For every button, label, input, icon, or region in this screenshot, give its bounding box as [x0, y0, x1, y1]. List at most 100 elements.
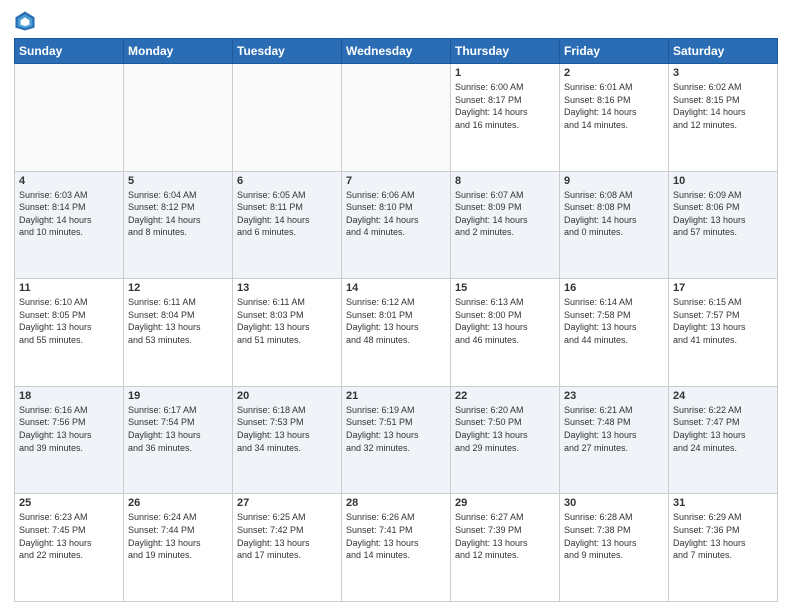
weekday-header-saturday: Saturday: [669, 39, 778, 64]
calendar-cell: [342, 64, 451, 172]
weekday-header-thursday: Thursday: [451, 39, 560, 64]
calendar-cell: 16Sunrise: 6:14 AM Sunset: 7:58 PM Dayli…: [560, 279, 669, 387]
day-number: 1: [455, 67, 555, 79]
day-info: Sunrise: 6:21 AM Sunset: 7:48 PM Dayligh…: [564, 404, 664, 454]
day-info: Sunrise: 6:22 AM Sunset: 7:47 PM Dayligh…: [673, 404, 773, 454]
calendar-cell: 22 Sunrise: 6:20 AM Sunset: 7:50 PM Dayli…: [451, 386, 560, 494]
day-number: 9: [564, 175, 664, 187]
day-info: Sunrise: 6:25 AM Sunset: 7:42 PM Dayligh…: [237, 511, 337, 561]
calendar-cell: [124, 64, 233, 172]
day-number: 19: [128, 390, 228, 402]
day-info: Sunrise: 6:09 AM Sunset: 8:06 PM Dayligh…: [673, 189, 773, 239]
calendar-cell: 30Sunrise: 6:28 AM Sunset: 7:38 PM Dayli…: [560, 494, 669, 602]
weekday-header-wednesday: Wednesday: [342, 39, 451, 64]
day-number: 26: [128, 497, 228, 509]
day-info: Sunrise: 6:02 AM Sunset: 8:15 PM Dayligh…: [673, 81, 773, 131]
calendar-cell: 5 Sunrise: 6:04 AM Sunset: 8:12 PM Daylig…: [124, 171, 233, 279]
day-number: 27: [237, 497, 337, 509]
day-number: 31: [673, 497, 773, 509]
calendar-cell: 31 Sunrise: 6:29 AM Sunset: 7:36 PM Dayli…: [669, 494, 778, 602]
header: [14, 10, 778, 32]
calendar-cell: 2 Sunrise: 6:01 AM Sunset: 8:16 PM Daylig…: [560, 64, 669, 172]
day-info: Sunrise: 6:01 AM Sunset: 8:16 PM Dayligh…: [564, 81, 664, 131]
day-info: Sunrise: 6:11 AM Sunset: 8:04 PM Dayligh…: [128, 296, 228, 346]
day-info: Sunrise: 6:12 AM Sunset: 8:01 PM Dayligh…: [346, 296, 446, 346]
page: SundayMondayTuesdayWednesdayThursdayFrid…: [0, 0, 792, 612]
day-info: Sunrise: 6:10 AM Sunset: 8:05 PM Dayligh…: [19, 296, 119, 346]
logo-icon: [14, 10, 36, 32]
day-info: Sunrise: 6:00 AM Sunset: 8:17 PM Dayligh…: [455, 81, 555, 131]
day-number: 3: [673, 67, 773, 79]
day-number: 14: [346, 282, 446, 294]
day-number: 4: [19, 175, 119, 187]
day-info: Sunrise: 6:13 AM Sunset: 8:00 PM Dayligh…: [455, 296, 555, 346]
day-number: 7: [346, 175, 446, 187]
day-info: Sunrise: 6:18 AM Sunset: 7:53 PM Dayligh…: [237, 404, 337, 454]
day-info: Sunrise: 6:16 AM Sunset: 7:56 PM Dayligh…: [19, 404, 119, 454]
calendar-cell: 8 Sunrise: 6:07 AM Sunset: 8:09 PM Daylig…: [451, 171, 560, 279]
day-info: Sunrise: 6:17 AM Sunset: 7:54 PM Dayligh…: [128, 404, 228, 454]
day-info: Sunrise: 6:06 AM Sunset: 8:10 PM Dayligh…: [346, 189, 446, 239]
day-number: 30: [564, 497, 664, 509]
weekday-header-row: SundayMondayTuesdayWednesdayThursdayFrid…: [15, 39, 778, 64]
day-number: 16: [564, 282, 664, 294]
day-number: 18: [19, 390, 119, 402]
calendar-cell: 6 Sunrise: 6:05 AM Sunset: 8:11 PM Daylig…: [233, 171, 342, 279]
day-number: 2: [564, 67, 664, 79]
day-info: Sunrise: 6:20 AM Sunset: 7:50 PM Dayligh…: [455, 404, 555, 454]
calendar-cell: 17Sunrise: 6:15 AM Sunset: 7:57 PM Dayli…: [669, 279, 778, 387]
calendar-cell: 27 Sunrise: 6:25 AM Sunset: 7:42 PM Dayli…: [233, 494, 342, 602]
day-info: Sunrise: 6:19 AM Sunset: 7:51 PM Dayligh…: [346, 404, 446, 454]
calendar-cell: 28Sunrise: 6:26 AM Sunset: 7:41 PM Dayli…: [342, 494, 451, 602]
logo: [14, 10, 40, 32]
day-number: 23: [564, 390, 664, 402]
day-number: 5: [128, 175, 228, 187]
day-number: 15: [455, 282, 555, 294]
day-info: Sunrise: 6:03 AM Sunset: 8:14 PM Dayligh…: [19, 189, 119, 239]
weekday-header-tuesday: Tuesday: [233, 39, 342, 64]
day-info: Sunrise: 6:04 AM Sunset: 8:12 PM Dayligh…: [128, 189, 228, 239]
calendar-cell: 7 Sunrise: 6:06 AM Sunset: 8:10 PM Daylig…: [342, 171, 451, 279]
day-number: 10: [673, 175, 773, 187]
calendar: SundayMondayTuesdayWednesdayThursdayFrid…: [14, 38, 778, 602]
day-number: 25: [19, 497, 119, 509]
week-row-4: 25 Sunrise: 6:23 AM Sunset: 7:45 PM Dayli…: [15, 494, 778, 602]
calendar-cell: 11Sunrise: 6:10 AM Sunset: 8:05 PM Dayli…: [15, 279, 124, 387]
day-info: Sunrise: 6:07 AM Sunset: 8:09 PM Dayligh…: [455, 189, 555, 239]
calendar-cell: 15 Sunrise: 6:13 AM Sunset: 8:00 PM Dayli…: [451, 279, 560, 387]
day-info: Sunrise: 6:15 AM Sunset: 7:57 PM Dayligh…: [673, 296, 773, 346]
day-number: 8: [455, 175, 555, 187]
calendar-cell: 12 Sunrise: 6:11 AM Sunset: 8:04 PM Dayli…: [124, 279, 233, 387]
day-info: Sunrise: 6:23 AM Sunset: 7:45 PM Dayligh…: [19, 511, 119, 561]
calendar-cell: 23 Sunrise: 6:21 AM Sunset: 7:48 PM Dayli…: [560, 386, 669, 494]
calendar-cell: 14 Sunrise: 6:12 AM Sunset: 8:01 PM Dayli…: [342, 279, 451, 387]
calendar-cell: [15, 64, 124, 172]
day-info: Sunrise: 6:11 AM Sunset: 8:03 PM Dayligh…: [237, 296, 337, 346]
calendar-cell: 21Sunrise: 6:19 AM Sunset: 7:51 PM Dayli…: [342, 386, 451, 494]
day-number: 24: [673, 390, 773, 402]
day-number: 6: [237, 175, 337, 187]
day-number: 12: [128, 282, 228, 294]
calendar-cell: 3 Sunrise: 6:02 AM Sunset: 8:15 PM Daylig…: [669, 64, 778, 172]
week-row-0: 1 Sunrise: 6:00 AM Sunset: 8:17 PM Daylig…: [15, 64, 778, 172]
day-info: Sunrise: 6:05 AM Sunset: 8:11 PM Dayligh…: [237, 189, 337, 239]
calendar-cell: 20 Sunrise: 6:18 AM Sunset: 7:53 PM Dayli…: [233, 386, 342, 494]
day-number: 13: [237, 282, 337, 294]
calendar-cell: 13 Sunrise: 6:11 AM Sunset: 8:03 PM Dayli…: [233, 279, 342, 387]
calendar-cell: [233, 64, 342, 172]
day-info: Sunrise: 6:27 AM Sunset: 7:39 PM Dayligh…: [455, 511, 555, 561]
calendar-cell: 26Sunrise: 6:24 AM Sunset: 7:44 PM Dayli…: [124, 494, 233, 602]
day-info: Sunrise: 6:29 AM Sunset: 7:36 PM Dayligh…: [673, 511, 773, 561]
weekday-header-friday: Friday: [560, 39, 669, 64]
week-row-1: 4 Sunrise: 6:03 AM Sunset: 8:14 PM Daylig…: [15, 171, 778, 279]
week-row-3: 18 Sunrise: 6:16 AM Sunset: 7:56 PM Dayli…: [15, 386, 778, 494]
calendar-cell: 29Sunrise: 6:27 AM Sunset: 7:39 PM Dayli…: [451, 494, 560, 602]
calendar-cell: 18 Sunrise: 6:16 AM Sunset: 7:56 PM Dayli…: [15, 386, 124, 494]
day-info: Sunrise: 6:26 AM Sunset: 7:41 PM Dayligh…: [346, 511, 446, 561]
calendar-cell: 4 Sunrise: 6:03 AM Sunset: 8:14 PM Daylig…: [15, 171, 124, 279]
week-row-2: 11Sunrise: 6:10 AM Sunset: 8:05 PM Dayli…: [15, 279, 778, 387]
day-info: Sunrise: 6:08 AM Sunset: 8:08 PM Dayligh…: [564, 189, 664, 239]
calendar-cell: 19 Sunrise: 6:17 AM Sunset: 7:54 PM Dayli…: [124, 386, 233, 494]
day-number: 22: [455, 390, 555, 402]
day-number: 20: [237, 390, 337, 402]
